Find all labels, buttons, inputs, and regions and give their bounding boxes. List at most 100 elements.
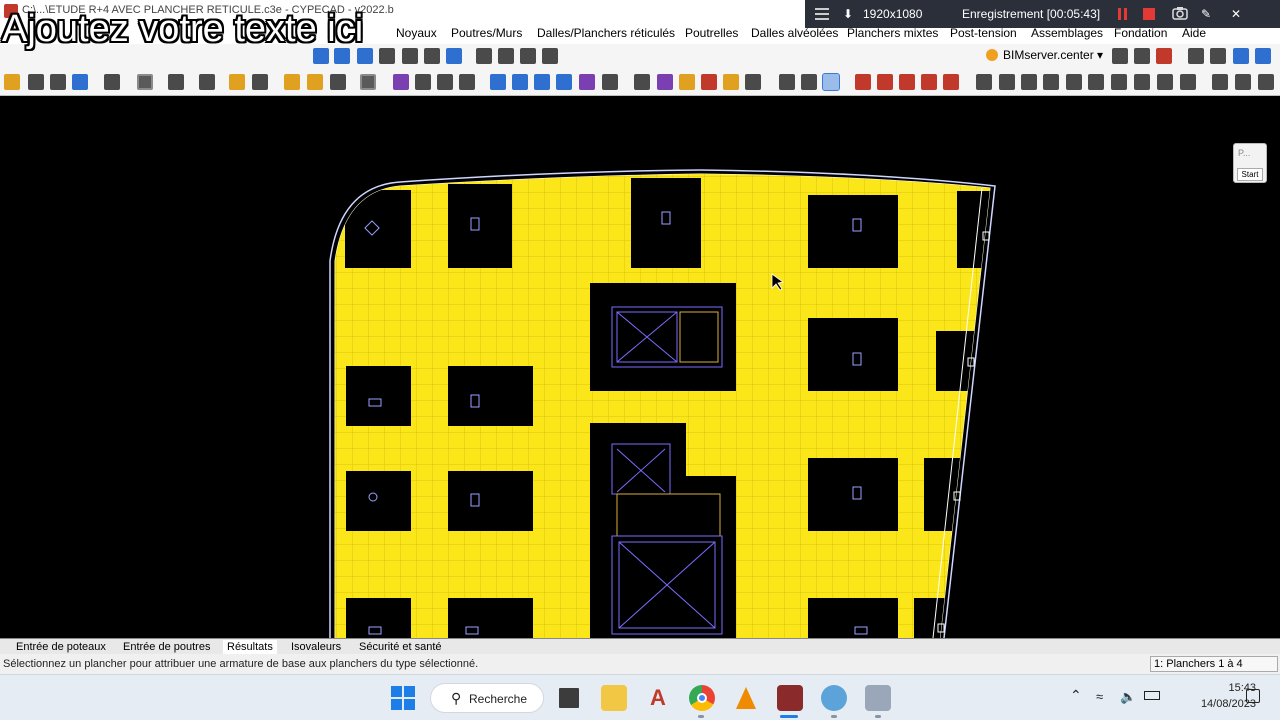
plan-red-icon[interactable] <box>701 74 717 90</box>
zoom-previous-icon[interactable] <box>402 48 418 64</box>
tab-isovaleurs[interactable]: Isovaleurs <box>287 640 345 654</box>
rebar-copy-icon[interactable] <box>437 74 453 90</box>
notification-icon[interactable] <box>1246 689 1260 703</box>
menu-planchers-mixtes[interactable]: Planchers mixtes <box>847 26 938 40</box>
chrome-icon[interactable] <box>689 685 715 711</box>
chevron-up-icon[interactable]: ⌃ <box>1070 687 1082 704</box>
cype-app-icon[interactable] <box>821 685 847 711</box>
result-icon[interactable] <box>579 74 595 90</box>
angle-icon[interactable] <box>542 48 558 64</box>
recorder-pause-button[interactable] <box>1117 5 1129 23</box>
menu-assemblages[interactable]: Assemblages <box>1031 26 1103 40</box>
menu-poutres-murs[interactable]: Poutres/Murs <box>451 26 522 40</box>
result-copy-icon[interactable] <box>602 74 618 90</box>
camera-icon[interactable] <box>1172 5 1188 23</box>
recorder-pin-icon[interactable]: ⬇ <box>843 5 853 23</box>
tab-securite-sante[interactable]: Sécurité et santé <box>355 640 446 654</box>
mesh-icon[interactable] <box>330 74 346 90</box>
file-explorer-icon[interactable] <box>601 685 627 711</box>
menu-aide[interactable]: Aide <box>1182 26 1206 40</box>
zoom-out-icon[interactable] <box>379 48 395 64</box>
menu-poutrelles[interactable]: Poutrelles <box>685 26 738 40</box>
help-icon[interactable] <box>1233 48 1249 64</box>
import-icon[interactable] <box>1134 48 1150 64</box>
align-icon-1[interactable] <box>999 74 1015 90</box>
ruler-icon[interactable] <box>745 74 761 90</box>
menu-noyaux[interactable]: Noyaux <box>396 26 437 40</box>
recorder-stop-button[interactable] <box>1143 5 1155 23</box>
loads-delete-icon[interactable] <box>921 74 937 90</box>
taskbar-search[interactable]: ⚲ Recherche <box>430 683 544 713</box>
wall-tool-icon[interactable] <box>72 74 88 90</box>
align-icon-6[interactable] <box>1111 74 1127 90</box>
box-outline-icon[interactable] <box>252 74 268 90</box>
axis-icon[interactable] <box>498 48 514 64</box>
pointer-icon[interactable] <box>976 74 992 90</box>
tab-resultats[interactable]: Résultats <box>223 640 277 654</box>
loads-icon[interactable] <box>855 74 871 90</box>
sync-icon[interactable] <box>1188 48 1204 64</box>
align-icon-8[interactable] <box>1157 74 1173 90</box>
monitor-icon[interactable] <box>1210 48 1226 64</box>
clock-date[interactable]: 14/08/2023 <box>1172 698 1256 710</box>
edit-slab-icon[interactable] <box>284 74 300 90</box>
tab-entree-poteaux[interactable]: Entrée de poteaux <box>12 640 110 654</box>
selected-view-icon[interactable] <box>822 73 840 91</box>
reinforcement-icon[interactable] <box>307 74 323 90</box>
cypecad-taskbar-icon[interactable] <box>777 685 803 711</box>
vlc-icon[interactable] <box>733 685 759 711</box>
print-icon[interactable] <box>1235 74 1251 90</box>
recorder-menu-icon[interactable] <box>815 5 829 23</box>
deflection-icon[interactable] <box>490 74 506 90</box>
floor-selector[interactable]: 1: Planchers 1 à 4 <box>1150 656 1278 672</box>
loads-clear-icon[interactable] <box>943 74 959 90</box>
drop-icon[interactable] <box>199 74 215 90</box>
align-icon-4[interactable] <box>1066 74 1082 90</box>
recorder-close-icon[interactable]: ✕ <box>1231 5 1245 23</box>
menu-fondation[interactable]: Fondation <box>1114 26 1167 40</box>
menu-dalles-planchers[interactable]: Dalles/Planchers réticulés <box>537 26 675 40</box>
check-icon[interactable] <box>657 74 673 90</box>
box-icon[interactable] <box>229 74 245 90</box>
loads-edit-icon[interactable] <box>877 74 893 90</box>
grid-view-icon[interactable] <box>779 74 795 90</box>
align-icon-2[interactable] <box>1021 74 1037 90</box>
beam-tool-icon[interactable] <box>50 74 66 90</box>
export-table-icon[interactable] <box>1212 74 1228 90</box>
table-view-icon[interactable] <box>801 74 817 90</box>
autocad-icon[interactable]: A <box>645 685 671 711</box>
pan-hand-icon[interactable] <box>424 48 440 64</box>
battery-icon[interactable] <box>1144 691 1160 700</box>
bimserver-dropdown[interactable]: BIMserver.center ▾ <box>1003 48 1103 62</box>
home-icon[interactable] <box>1258 74 1274 90</box>
grid-icon[interactable] <box>476 48 492 64</box>
rebar-edit-icon[interactable] <box>415 74 431 90</box>
wifi-icon[interactable]: ≈ <box>1096 689 1103 704</box>
web-icon[interactable] <box>1255 48 1271 64</box>
align-icon-9[interactable] <box>1180 74 1196 90</box>
menu-dalles-alveolees[interactable]: Dalles alvéolées <box>751 26 838 40</box>
punching-icon[interactable] <box>512 74 528 90</box>
loads-copy-icon[interactable] <box>899 74 915 90</box>
start-button[interactable]: Start <box>1237 168 1263 181</box>
plan-yellow-icon[interactable] <box>723 74 739 90</box>
export-icon[interactable] <box>1112 48 1128 64</box>
menu-post-tension[interactable]: Post-tension <box>950 26 1017 40</box>
drawing-canvas[interactable]: P... Start <box>0 96 1280 638</box>
info-icon[interactable] <box>556 74 572 90</box>
tab-entree-poutres[interactable]: Entrée de poutres <box>119 640 214 654</box>
volume-icon[interactable]: 🔈 <box>1120 689 1136 705</box>
basket-icon[interactable] <box>634 74 650 90</box>
cype-tool-icon[interactable] <box>865 685 891 711</box>
slab-block-icon[interactable] <box>360 74 376 90</box>
plan-icon[interactable] <box>679 74 695 90</box>
redraw-icon[interactable] <box>446 48 462 64</box>
shear-icon[interactable] <box>534 74 550 90</box>
share-icon[interactable] <box>1156 48 1172 64</box>
stairs-icon[interactable] <box>104 74 120 90</box>
column-tool-icon[interactable] <box>28 74 44 90</box>
align-icon-5[interactable] <box>1088 74 1104 90</box>
align-icon-3[interactable] <box>1043 74 1059 90</box>
pen-icon[interactable]: ✎ <box>1201 5 1215 23</box>
tag-icon[interactable] <box>168 74 184 90</box>
